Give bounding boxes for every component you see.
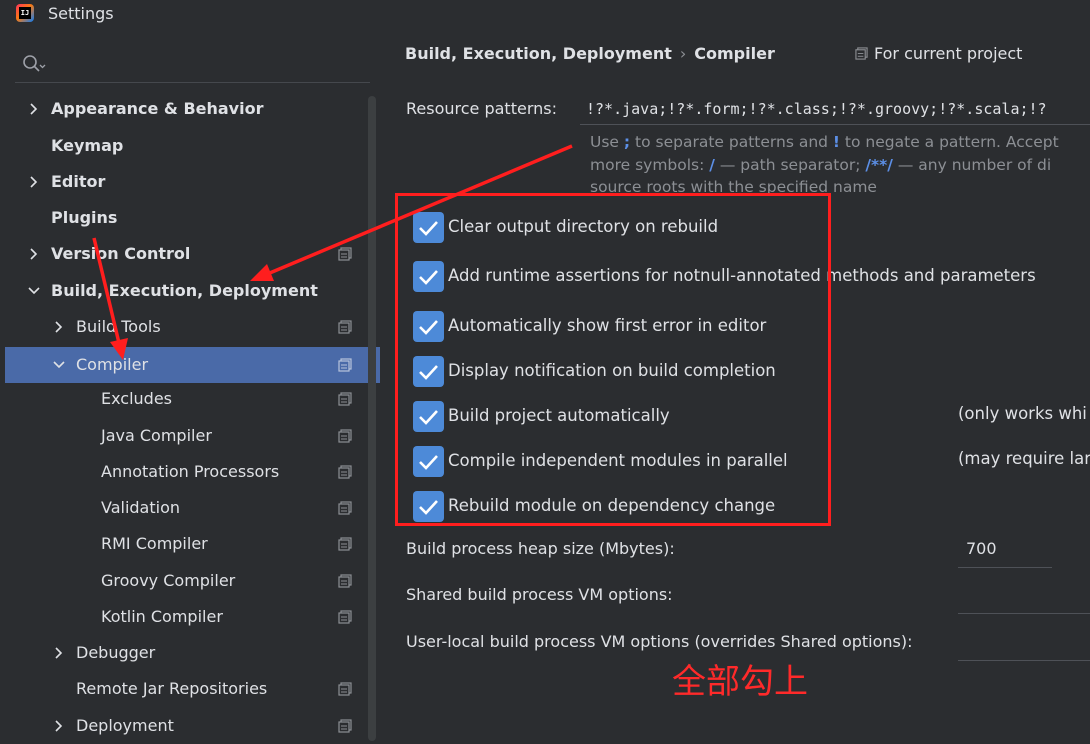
breadcrumb-compiler: Compiler — [694, 44, 775, 63]
search-input[interactable] — [15, 82, 370, 83]
heap-size-underline — [958, 567, 1052, 568]
intellij-logo-icon: IJ — [16, 4, 34, 22]
tree-item-label: Excludes — [101, 389, 173, 408]
project-scope-icon — [338, 574, 352, 588]
user-local-vm-options-input[interactable] — [958, 660, 1090, 661]
project-scope-icon — [338, 537, 352, 551]
build-automatically-note: (only works whi — [958, 404, 1087, 423]
tree-item-build-execution-deployment[interactable]: Build, Execution, Deployment — [5, 273, 380, 309]
tree-item-editor[interactable]: Editor — [5, 164, 380, 200]
scope-label: For current project — [874, 44, 1023, 63]
shared-vm-options-label: Shared build process VM options: — [406, 585, 673, 604]
project-scope-icon — [855, 47, 868, 60]
tree-item-label: Validation — [101, 498, 181, 517]
project-scope-icon — [338, 465, 352, 479]
chevron-down-icon[interactable] — [51, 357, 67, 373]
heap-size-input[interactable]: 700 — [966, 539, 997, 558]
tree-item-deployment[interactable]: Deployment — [5, 708, 380, 744]
chevron-right-icon[interactable] — [51, 645, 67, 661]
tree-item-label: Debugger — [76, 643, 156, 662]
tree-item-build-tools[interactable]: Build Tools — [5, 309, 380, 345]
tree-item-label: Kotlin Compiler — [101, 607, 223, 626]
project-scope-icon — [338, 392, 352, 406]
project-scope-icon — [338, 429, 352, 443]
tree-item-label: Plugins — [51, 208, 118, 227]
title-bar — [0, 0, 1090, 30]
tree-item-label: Appearance & Behavior — [51, 99, 264, 118]
tree-item-rmi-compiler[interactable]: RMI Compiler — [5, 526, 380, 562]
tree-scrollbar[interactable] — [368, 96, 376, 741]
user-local-vm-options-label: User-local build process VM options (ove… — [406, 632, 913, 651]
tree-item-java-compiler[interactable]: Java Compiler — [5, 418, 380, 454]
breadcrumb: Build, Execution, Deployment › Compiler — [405, 44, 775, 63]
tree-item-remote-jar-repositories[interactable]: Remote Jar Repositories — [5, 671, 380, 707]
annotation-highlight-box — [395, 193, 831, 526]
tree-item-plugins[interactable]: Plugins — [5, 200, 380, 236]
tree-item-excludes[interactable]: Excludes — [5, 381, 380, 417]
project-scope-icon — [338, 247, 352, 261]
tree-item-appearance-behavior[interactable]: Appearance & Behavior — [5, 91, 380, 127]
parallel-compile-note: (may require lar — [958, 449, 1090, 468]
breadcrumb-separator: › — [679, 44, 687, 63]
scope-indicator: For current project — [855, 44, 1022, 63]
tree-item-label: Remote Jar Repositories — [76, 679, 268, 698]
search-icon[interactable] — [22, 54, 46, 76]
tree-item-groovy-compiler[interactable]: Groovy Compiler — [5, 563, 380, 599]
tree-item-label: Editor — [51, 172, 106, 191]
project-scope-icon — [338, 610, 352, 624]
tree-item-version-control[interactable]: Version Control — [5, 236, 380, 272]
chevron-right-icon[interactable] — [26, 174, 42, 190]
shared-vm-options-input[interactable] — [958, 613, 1090, 614]
tree-item-label: Compiler — [76, 355, 149, 374]
resource-patterns-label: Resource patterns: — [406, 99, 557, 118]
tree-item-validation[interactable]: Validation — [5, 490, 380, 526]
tree-item-kotlin-compiler[interactable]: Kotlin Compiler — [5, 599, 380, 635]
project-scope-icon — [338, 719, 352, 733]
resource-patterns-value: !?*.java;!?*.form;!?*.class;!?*.groovy;!… — [586, 100, 1047, 118]
tree-item-compiler[interactable]: Compiler — [5, 347, 380, 383]
tree-item-label: Groovy Compiler — [101, 571, 236, 590]
tree-item-label: Keymap — [51, 136, 124, 155]
chevron-down-icon[interactable] — [26, 283, 42, 299]
breadcrumb-build-execution-deployment[interactable]: Build, Execution, Deployment — [405, 44, 672, 63]
window-title: Settings — [48, 4, 114, 23]
project-scope-icon — [338, 358, 352, 372]
chevron-right-icon[interactable] — [51, 319, 67, 335]
tree-item-label: Build Tools — [76, 317, 161, 336]
chevron-right-icon[interactable] — [51, 718, 67, 734]
annotation-text: 全部勾上 — [672, 662, 808, 702]
tree-item-label: RMI Compiler — [101, 534, 208, 553]
tree-item-label: Java Compiler — [101, 426, 212, 445]
tree-item-debugger[interactable]: Debugger — [5, 635, 380, 671]
tree-item-label: Build, Execution, Deployment — [51, 281, 318, 300]
resource-patterns-input[interactable]: !?*.java;!?*.form;!?*.class;!?*.groovy;!… — [580, 94, 1090, 125]
tree-item-label: Annotation Processors — [101, 462, 280, 481]
tree-item-label: Version Control — [51, 244, 191, 263]
resource-patterns-hint: Use ; to separate patterns and ! to nega… — [590, 133, 1059, 196]
tree-item-keymap[interactable]: Keymap — [5, 128, 380, 164]
chevron-right-icon[interactable] — [26, 101, 42, 117]
tree-item-annotation-processors[interactable]: Annotation Processors — [5, 454, 380, 490]
project-scope-icon — [338, 320, 352, 334]
project-scope-icon — [338, 682, 352, 696]
heap-size-label: Build process heap size (Mbytes): — [406, 539, 675, 558]
tree-item-label: Deployment — [76, 716, 174, 735]
project-scope-icon — [338, 501, 352, 515]
chevron-right-icon[interactable] — [26, 246, 42, 262]
